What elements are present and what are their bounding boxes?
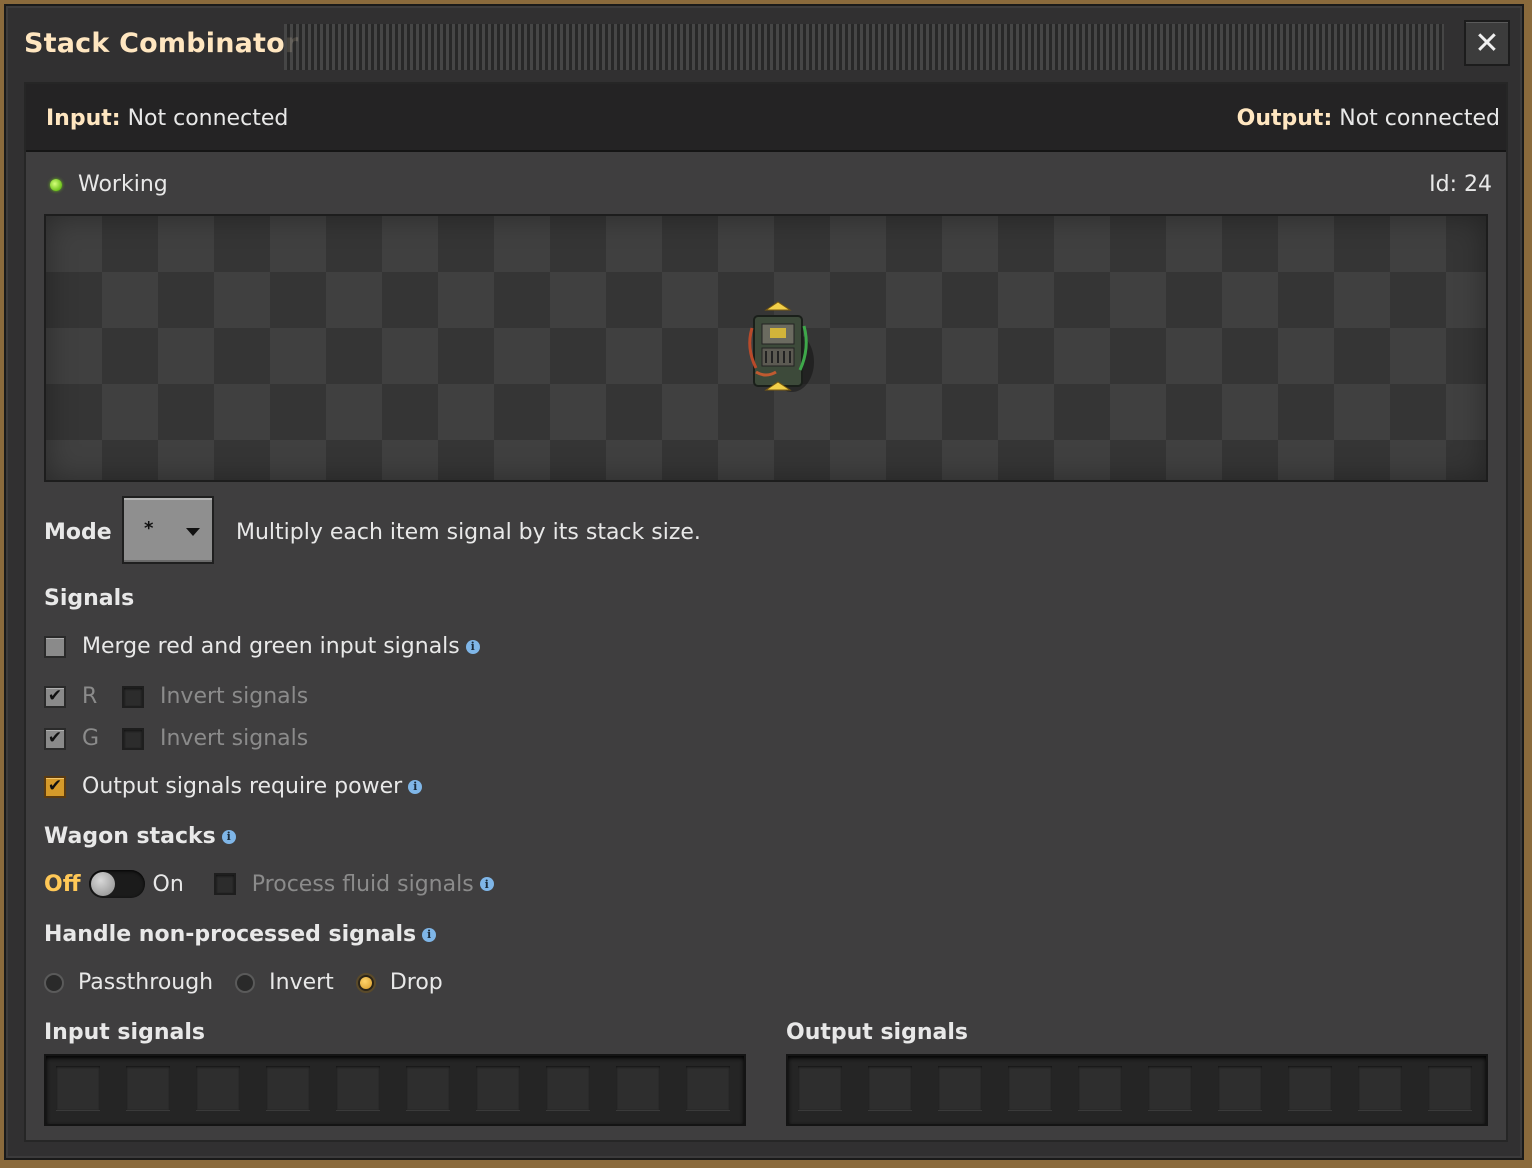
wagon-on-label: On [152,871,184,897]
nonprocessed-options: Passthrough Invert Drop [44,970,443,995]
merge-signals-label: Merge red and green input signals [82,634,460,659]
signal-slot[interactable] [56,1066,100,1110]
info-icon[interactable]: i [465,639,480,654]
signal-slot[interactable] [798,1066,842,1110]
window-title: Stack Combinator [24,28,299,59]
passthrough-label: Passthrough [78,970,214,995]
stack-combinator-window: Stack Combinator ✕ Input: Not connected … [6,6,1522,1158]
green-wire-checkbox[interactable]: ✔ [44,727,66,750]
signal-slot[interactable] [1148,1066,1192,1110]
require-power-label: Output signals require power [82,774,403,799]
signal-slot[interactable] [616,1066,660,1110]
mode-dropdown-value: * [144,518,154,539]
info-icon[interactable]: i [221,829,236,844]
invert-radio[interactable] [235,972,256,993]
require-power-row: ✔ Output signals require power i [44,774,423,799]
fluid-signals-label: Process fluid signals [251,871,474,897]
passthrough-radio[interactable] [44,972,64,993]
drop-label: Drop [389,970,443,995]
signal-slot[interactable] [336,1066,380,1110]
wagon-stacks-row: Off On Process fluid signals i [44,870,494,898]
drop-radio[interactable] [355,972,376,993]
entity-id: Id: 24 [1429,172,1492,197]
info-icon[interactable]: i [408,779,423,794]
signal-slot[interactable] [196,1066,240,1110]
checkmark-icon: ✔ [47,686,63,706]
green-invert-label: Invert signals [160,726,309,751]
wagon-stacks-heading-row: Wagon stacks i [44,824,236,849]
output-signals-heading: Output signals [786,1020,968,1045]
signal-slot[interactable] [868,1066,912,1110]
red-invert-label: Invert signals [160,684,309,709]
radio-dot [359,976,372,989]
output-connection-label: Output: [1236,106,1333,131]
wagon-stacks-heading: Wagon stacks [44,824,216,849]
content-panel: Input: Not connected Output: Not connect… [24,82,1508,1142]
info-icon[interactable]: i [422,927,437,942]
merge-signals-row: Merge red and green input signals i [44,634,480,659]
signal-slot[interactable] [686,1066,730,1110]
output-signals-grid [786,1054,1488,1126]
signal-slot[interactable] [938,1066,982,1110]
status-row: Working [50,172,168,197]
mode-dropdown[interactable]: * [122,496,214,564]
signal-slot[interactable] [546,1066,590,1110]
close-button[interactable]: ✕ [1464,20,1510,66]
checkmark-icon: ✔ [47,728,63,748]
drag-handle[interactable] [284,24,1444,70]
mode-row: Mode * Multiply each item signal by its … [44,496,1444,566]
output-connection-value: Not connected [1339,106,1500,131]
mode-description: Multiply each item signal by its stack s… [236,520,701,545]
signal-slot[interactable] [1078,1066,1122,1110]
switch-knob [90,872,115,896]
wagon-off-label: Off [44,871,81,897]
nonprocessed-heading-row: Handle non-processed signals i [44,922,437,947]
input-connection: Input: Not connected [46,106,288,131]
close-icon: ✕ [1474,25,1500,61]
require-power-checkbox[interactable]: ✔ [44,775,66,798]
input-signals-heading: Input signals [44,1020,205,1045]
red-wire-row: ✔ R Invert signals [44,684,308,709]
entity-preview[interactable] [44,214,1488,482]
signal-slot[interactable] [266,1066,310,1110]
connection-bar: Input: Not connected Output: Not connect… [26,84,1506,152]
stack-combinator-entity-icon [748,301,814,392]
red-wire-label: R [82,684,98,709]
signal-slot[interactable] [1428,1066,1472,1110]
input-connection-value: Not connected [127,106,289,131]
invert-label: Invert [269,970,334,995]
signal-slot[interactable] [1218,1066,1262,1110]
input-signals-grid [44,1054,746,1126]
signal-slot[interactable] [476,1066,520,1110]
info-icon[interactable]: i [479,877,494,891]
signals-heading: Signals [44,586,135,611]
dropdown-caret-icon [186,528,200,536]
status-text: Working [78,172,168,197]
green-wire-label: G [82,726,100,751]
wagon-stacks-switch[interactable] [88,870,145,898]
signal-slot[interactable] [1288,1066,1332,1110]
merge-signals-checkbox[interactable] [44,635,66,658]
green-invert-checkbox[interactable] [122,727,144,750]
signal-slot[interactable] [406,1066,450,1110]
red-wire-checkbox[interactable]: ✔ [44,685,66,708]
fluid-signals-checkbox[interactable] [213,873,236,895]
output-connection: Output: Not connected [1237,106,1500,131]
input-connection-label: Input: [46,106,121,131]
title-bar[interactable]: Stack Combinator ✕ [6,6,1522,86]
signal-slot[interactable] [126,1066,170,1110]
signal-slot[interactable] [1358,1066,1402,1110]
red-invert-checkbox[interactable] [122,685,144,708]
nonprocessed-heading: Handle non-processed signals [44,922,417,947]
green-wire-row: ✔ G Invert signals [44,726,308,751]
signal-slot[interactable] [1008,1066,1052,1110]
status-dot-icon [50,178,62,191]
checkmark-icon: ✔ [47,776,63,796]
mode-label: Mode [44,520,112,545]
